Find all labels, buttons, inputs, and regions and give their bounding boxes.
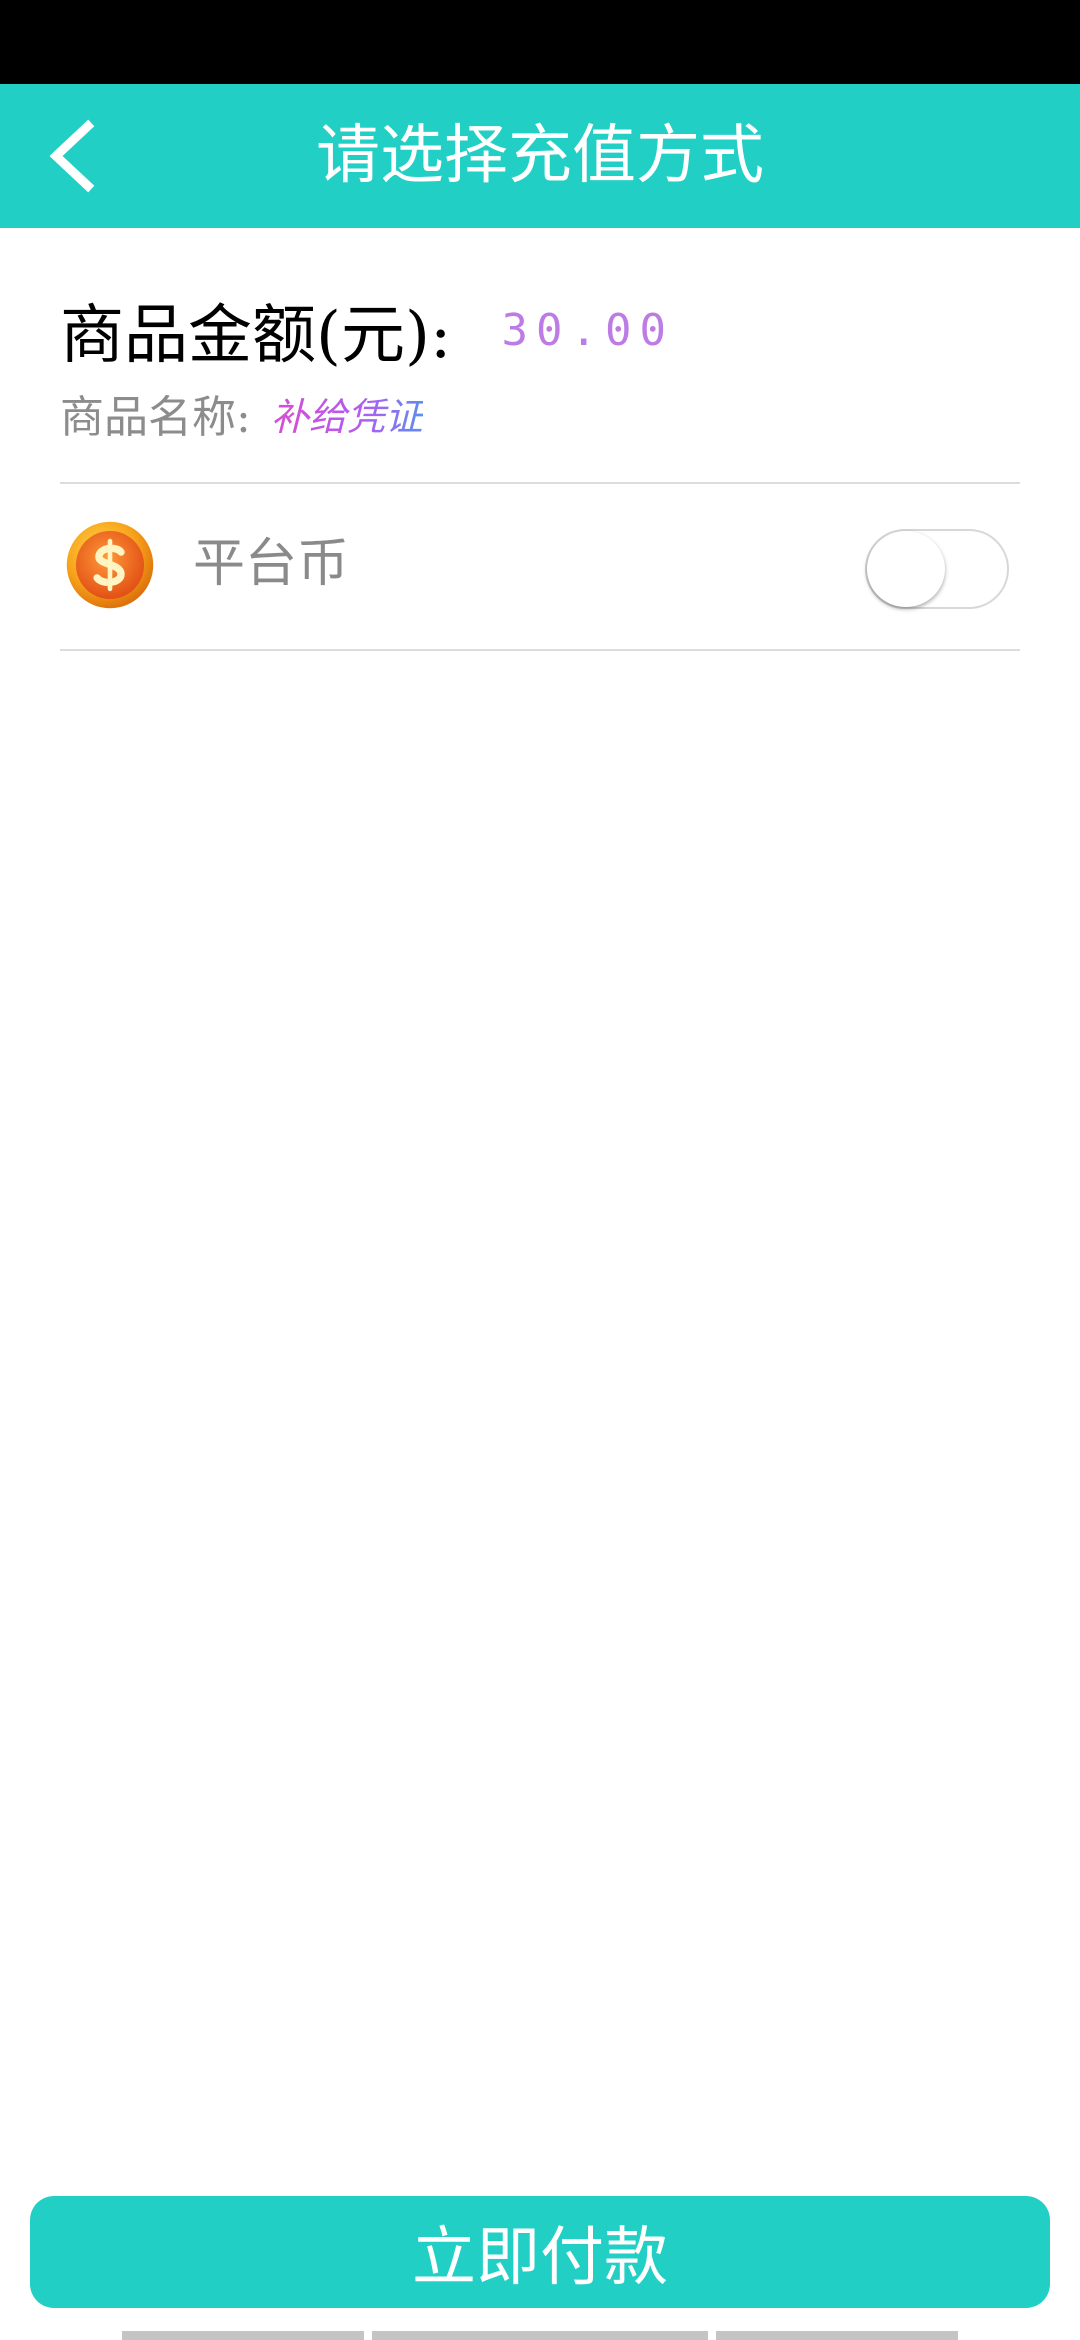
payment-method-platform-coin[interactable]: 平台币: [60, 484, 1020, 649]
nav-hint-bar: [122, 2331, 364, 2340]
platform-coin-toggle[interactable]: [865, 529, 1009, 609]
product-name-row: 商品名称: 补给凭证: [60, 383, 423, 443]
nav-hint-bar: [372, 2331, 708, 2340]
toggle-knob: [867, 531, 945, 607]
app-header: 请选择充值方式: [0, 84, 1080, 228]
product-name-value: 补给凭证: [271, 386, 423, 441]
payment-method-label: 平台币: [193, 534, 350, 594]
nav-hint-bar: [716, 2331, 958, 2340]
product-name-label: 商品名称:: [60, 392, 251, 443]
page-title: 请选择充值方式: [316, 119, 764, 193]
amount-value: 30.00: [501, 304, 674, 356]
pay-now-button[interactable]: 立即付款: [30, 2196, 1050, 2308]
product-amount-row: 商品金额(元): 30.00: [60, 285, 674, 375]
divider: [60, 649, 1020, 651]
pay-now-label: 立即付款: [412, 2221, 668, 2295]
amount-label: 商品金额(元):: [60, 299, 452, 373]
status-bar: [0, 0, 1080, 84]
coin-icon: [64, 519, 156, 611]
